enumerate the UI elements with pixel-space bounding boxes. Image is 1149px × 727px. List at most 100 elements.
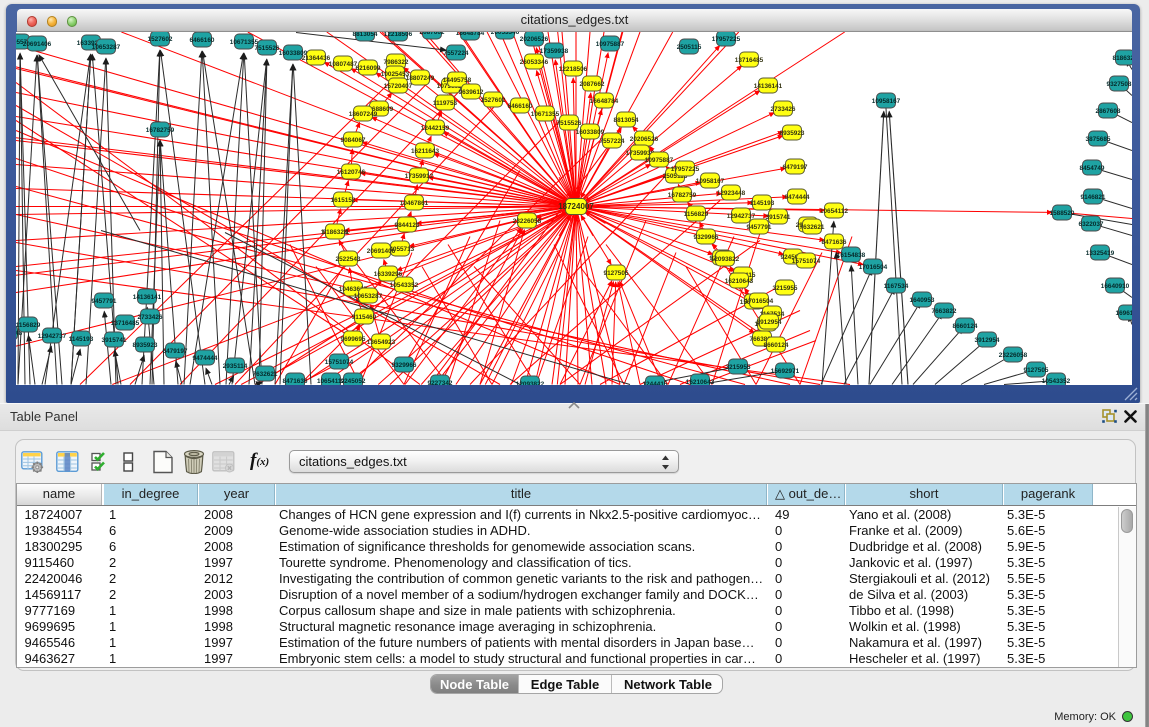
svg-text:2733426: 2733426	[138, 313, 163, 320]
svg-text:1119753: 1119753	[433, 99, 458, 106]
svg-text:9329966: 9329966	[694, 233, 719, 240]
svg-text:6479197: 6479197	[163, 347, 188, 354]
svg-text:3215955: 3215955	[726, 363, 751, 370]
svg-text:9457791: 9457791	[92, 297, 117, 304]
svg-text:20206526: 20206526	[520, 35, 549, 42]
svg-text:1145193: 1145193	[750, 199, 775, 206]
svg-text:12218506: 12218506	[384, 32, 413, 38]
svg-text:1615152: 1615152	[331, 196, 356, 203]
svg-text:17016504: 17016504	[745, 297, 774, 304]
svg-text:23226058: 23226058	[513, 217, 542, 224]
svg-text:16210643: 16210643	[725, 277, 754, 284]
svg-text:9146821: 9146821	[1081, 193, 1106, 200]
svg-text:7515526: 7515526	[557, 119, 582, 126]
svg-text:10653287: 10653287	[354, 292, 383, 299]
svg-text:8186328: 8186328	[1113, 54, 1132, 61]
svg-text:6322037: 6322037	[1079, 220, 1104, 227]
svg-text:1167534: 1167534	[884, 282, 909, 289]
svg-text:10975887: 10975887	[645, 156, 674, 163]
svg-text:8660124: 8660124	[953, 322, 978, 329]
svg-text:18607249: 18607249	[349, 110, 378, 117]
svg-text:6216099: 6216099	[356, 64, 381, 71]
svg-text:8935923: 8935923	[133, 341, 158, 348]
svg-text:10958167: 10958167	[872, 97, 901, 104]
svg-text:9474444: 9474444	[785, 193, 810, 200]
svg-text:16211643: 16211643	[411, 147, 440, 154]
svg-text:9227342: 9227342	[428, 379, 453, 384]
svg-text:9329966: 9329966	[392, 361, 417, 368]
svg-text:2087662: 2087662	[580, 80, 605, 87]
svg-text:9127505: 9127505	[1024, 366, 1049, 373]
svg-text:9474444: 9474444	[193, 354, 218, 361]
svg-text:16120746: 16120746	[337, 168, 366, 175]
svg-text:10653287: 10653287	[92, 43, 121, 50]
svg-text:2522543: 2522543	[336, 255, 361, 262]
svg-text:16648784: 16648784	[456, 32, 485, 37]
svg-text:17957225: 17957225	[712, 35, 741, 42]
svg-text:15720407: 15720407	[384, 82, 413, 89]
svg-text:7632621: 7632621	[800, 223, 825, 230]
svg-text:1696178: 1696178	[1116, 309, 1132, 316]
svg-text:10543352: 10543352	[390, 281, 419, 288]
svg-text:15692971: 15692971	[771, 367, 800, 374]
svg-text:20206526: 20206526	[630, 135, 659, 142]
svg-text:16782759: 16782759	[668, 191, 697, 198]
svg-text:2505115: 2505115	[677, 43, 702, 50]
svg-text:20691406: 20691406	[23, 40, 52, 47]
svg-text:10958167: 10958167	[696, 177, 725, 184]
svg-text:9844123: 9844123	[395, 221, 420, 228]
svg-text:10671355: 10671355	[531, 110, 560, 117]
svg-text:26053346: 26053346	[491, 32, 520, 36]
svg-text:10807487: 10807487	[329, 60, 358, 67]
svg-text:17957225: 17957225	[671, 165, 700, 172]
svg-text:16782759: 16782759	[146, 126, 175, 133]
svg-text:9457791: 9457791	[747, 223, 772, 230]
svg-text:9127505: 9127505	[604, 269, 629, 276]
svg-text:8471636: 8471636	[283, 377, 308, 384]
svg-text:1640953: 1640953	[910, 296, 935, 303]
svg-text:7515526: 7515526	[255, 44, 280, 51]
svg-text:12218506: 12218506	[559, 65, 588, 72]
svg-text:12093822: 12093822	[516, 380, 545, 384]
svg-text:6466160: 6466160	[508, 102, 533, 109]
svg-text:13716485: 13716485	[111, 319, 140, 326]
svg-text:13654923: 13654923	[367, 338, 396, 345]
svg-text:8813054: 8813054	[353, 32, 378, 38]
svg-text:2733426: 2733426	[771, 105, 796, 112]
svg-text:16640910: 16640910	[1101, 282, 1130, 289]
svg-text:3215955: 3215955	[773, 284, 798, 291]
svg-text:21364436: 21364436	[302, 54, 331, 61]
svg-text:8454749: 8454749	[1080, 164, 1105, 171]
svg-text:7986322: 7986322	[384, 58, 409, 65]
svg-text:8935923: 8935923	[780, 129, 805, 136]
svg-text:7557224: 7557224	[600, 137, 625, 144]
svg-text:14136141: 14136141	[133, 293, 162, 300]
svg-text:8186328: 8186328	[323, 228, 348, 235]
svg-text:10975887: 10975887	[596, 40, 625, 47]
svg-text:17016504: 17016504	[859, 263, 888, 270]
svg-text:1156829: 1156829	[684, 210, 709, 217]
svg-text:12923448: 12923448	[717, 189, 746, 196]
svg-text:8813054: 8813054	[614, 116, 639, 123]
svg-text:1244415: 1244415	[643, 380, 668, 384]
svg-text:17359912: 17359912	[405, 172, 434, 179]
svg-text:10654112: 10654112	[820, 207, 849, 214]
svg-text:9639612: 9639612	[459, 88, 484, 95]
svg-text:7557224: 7557224	[444, 49, 469, 56]
svg-text:1156829: 1156829	[16, 321, 41, 328]
svg-text:1527602: 1527602	[481, 96, 506, 103]
svg-text:1145193: 1145193	[69, 335, 94, 342]
svg-text:2935114: 2935114	[223, 362, 248, 369]
svg-text:23226058: 23226058	[999, 351, 1028, 358]
svg-text:2087662: 2087662	[420, 32, 445, 36]
svg-text:3915741: 3915741	[102, 336, 127, 343]
svg-text:9084067: 9084067	[341, 136, 366, 143]
svg-text:18724007: 18724007	[558, 201, 594, 210]
svg-text:9245052: 9245052	[341, 377, 366, 384]
svg-text:8660124: 8660124	[764, 341, 789, 348]
svg-text:15751074: 15751074	[325, 358, 354, 365]
svg-text:26053346: 26053346	[520, 58, 549, 65]
svg-text:13325419: 13325419	[1086, 249, 1115, 256]
svg-text:12093822: 12093822	[711, 255, 740, 262]
svg-text:16210643: 16210643	[686, 378, 715, 384]
